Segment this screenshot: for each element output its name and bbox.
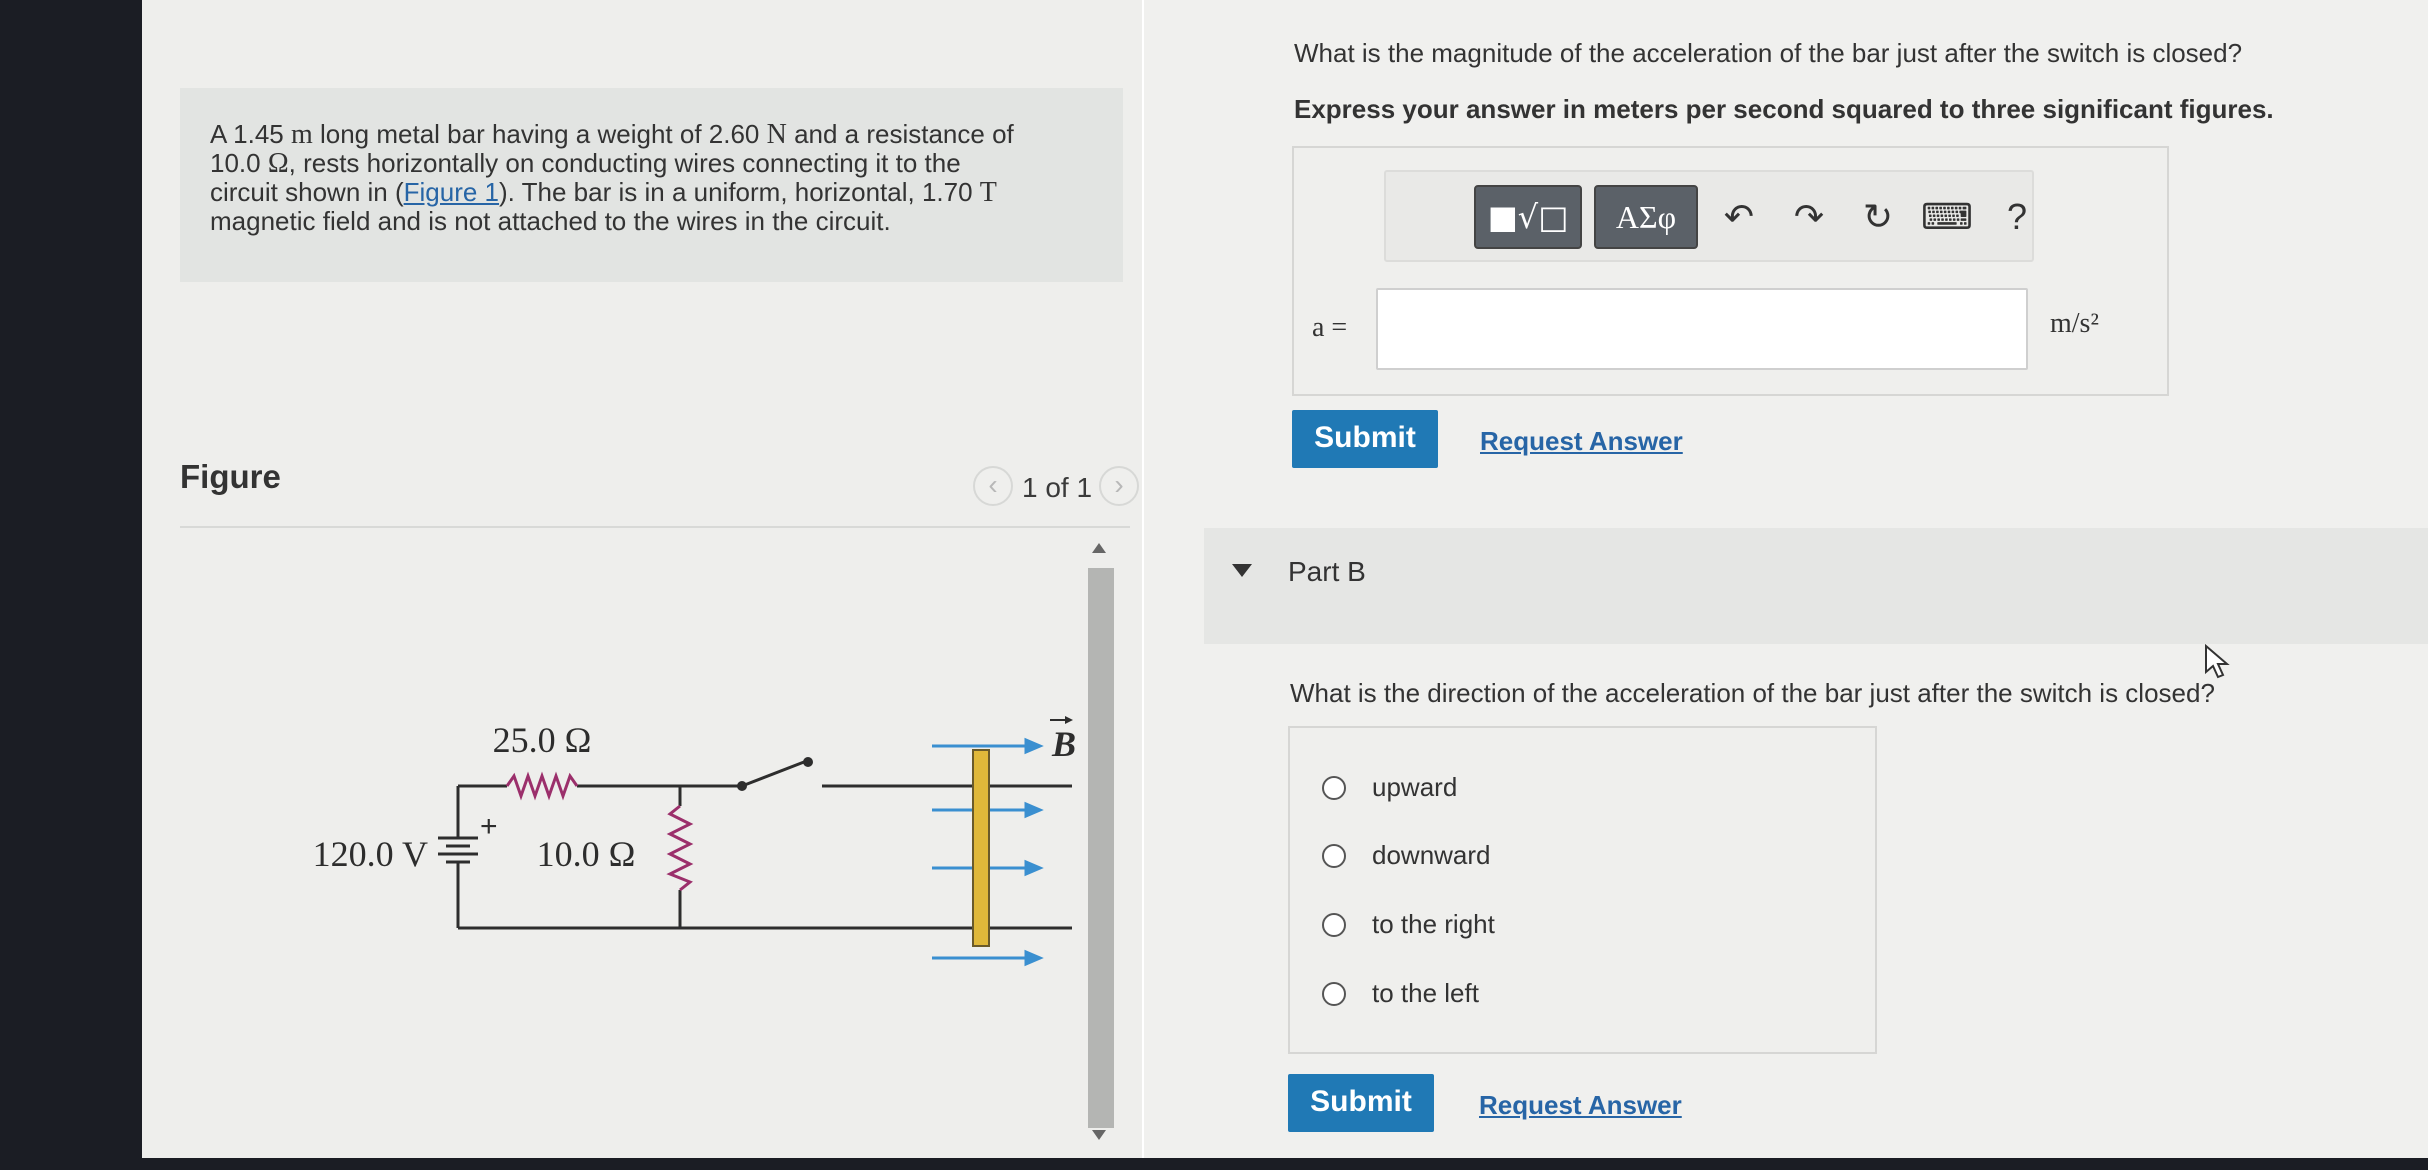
request-answer-part-a-link[interactable]: Request Answer	[1480, 426, 1683, 457]
field-label: B	[1051, 724, 1076, 764]
scroll-up-arrow-icon[interactable]	[1092, 543, 1106, 553]
templates-button[interactable]: ■√□	[1474, 185, 1582, 249]
option-label: downward	[1372, 840, 1491, 870]
screen: A 1.45 m long metal bar having a weight …	[142, 0, 2428, 1158]
option-label: upward	[1372, 772, 1458, 802]
reset-icon[interactable]: ↻	[1850, 185, 1906, 249]
caret-down-icon[interactable]	[1232, 564, 1252, 577]
problem-line-3: circuit shown in (Figure 1). The bar is …	[210, 177, 997, 208]
figure-header: Figure ‹ 1 of 1 ›	[180, 452, 1139, 528]
answer-input[interactable]	[1376, 288, 2028, 370]
submit-part-b-button[interactable]: Submit	[1288, 1074, 1434, 1132]
voltage-label: 120.0 V	[313, 834, 428, 874]
circuit-diagram: 25.0 Ω 10.0 Ω 120.0 V + B	[313, 716, 1076, 967]
figure-pane: A 1.45 m long metal bar having a weight …	[142, 0, 1142, 1158]
answer-box: ■√□ ΑΣφ ↶ ↷ ↻ ⌨ ? a = m/s²	[1292, 146, 2169, 396]
redo-icon[interactable]: ↷	[1781, 185, 1837, 249]
metal-bar	[972, 749, 990, 947]
scroll-down-arrow-icon[interactable]	[1092, 1130, 1106, 1140]
radio-button[interactable]	[1322, 844, 1346, 868]
switch-blade	[741, 760, 805, 788]
problem-line-2: 10.0 Ω, rests horizontally on conducting…	[210, 148, 961, 179]
keyboard-icon[interactable]: ⌨	[1919, 185, 1975, 249]
part-b-header[interactable]: Part B	[1204, 528, 2428, 644]
resistor-10-zigzag	[666, 804, 694, 892]
part-b-question: What is the direction of the acceleratio…	[1290, 678, 2215, 708]
problem-statement: A 1.45 m long metal bar having a weight …	[180, 88, 1123, 282]
radio-button[interactable]	[1322, 776, 1346, 800]
radio-button[interactable]	[1322, 913, 1346, 937]
request-answer-part-b-link[interactable]: Request Answer	[1479, 1090, 1682, 1121]
option-label: to the left	[1372, 978, 1479, 1008]
options-box: upward downward to the right to the left	[1288, 726, 1877, 1054]
part-a-question: What is the magnitude of the acceleratio…	[1294, 38, 2243, 68]
help-icon[interactable]: ?	[1989, 185, 2045, 249]
figure-counter: 1 of 1	[1021, 472, 1093, 503]
figure-title: Figure	[180, 458, 281, 495]
submit-part-a-button[interactable]: Submit	[1292, 410, 1438, 468]
problem-line-1: A 1.45 m long metal bar having a weight …	[210, 119, 1014, 150]
radio-button[interactable]	[1322, 982, 1346, 1006]
math-toolbar: ■√□ ΑΣφ ↶ ↷ ↻ ⌨ ?	[1384, 170, 2034, 262]
figure-link[interactable]: Figure 1	[404, 177, 499, 207]
answer-variable-label: a =	[1312, 312, 1348, 343]
switch-pivot	[737, 781, 747, 791]
battery-plus-label: +	[480, 810, 498, 843]
switch-contact	[803, 757, 813, 767]
chevron-left-icon[interactable]: ‹	[973, 466, 1013, 506]
mouse-pointer-icon	[2205, 644, 2230, 679]
undo-icon[interactable]: ↶	[1711, 185, 1767, 249]
answer-unit: m/s²	[2050, 308, 2099, 339]
problem-line-4: magnetic field and is not attached to th…	[210, 206, 891, 236]
option-label: to the right	[1372, 909, 1495, 939]
question-pane: What is the magnitude of the acceleratio…	[1144, 0, 2428, 1158]
greek-symbols-button[interactable]: ΑΣφ	[1594, 185, 1698, 249]
resistor-25-label: 25.0 Ω	[493, 720, 592, 760]
chevron-right-icon[interactable]: ›	[1099, 466, 1139, 506]
part-b-title: Part B	[1288, 556, 1366, 587]
resistor-10-label: 10.0 Ω	[537, 834, 636, 874]
figure-scrollbar[interactable]	[1088, 568, 1114, 1128]
part-a-instruction: Express your answer in meters per second…	[1294, 94, 2274, 124]
